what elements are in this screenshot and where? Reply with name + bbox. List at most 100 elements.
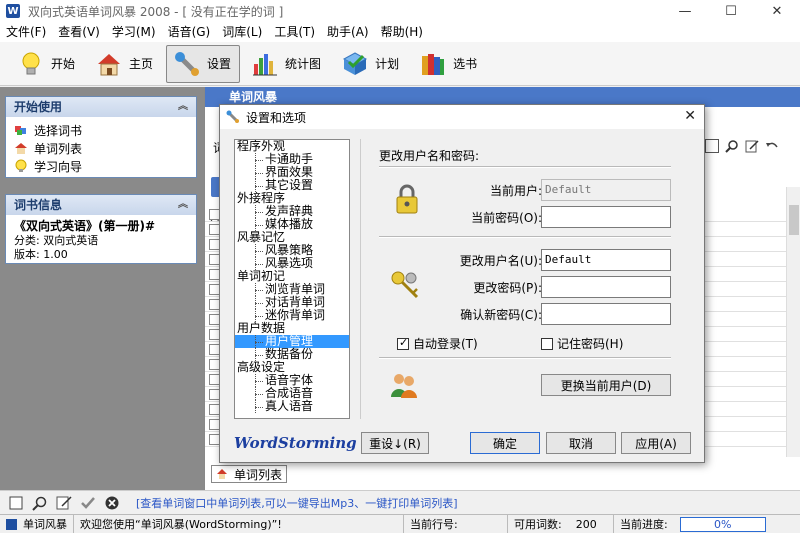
wrench-icon [175,51,200,76]
current-password-field[interactable] [541,206,671,228]
cube-icon [15,126,26,135]
menu-file[interactable]: 文件(F) [0,22,52,42]
collapse-icon[interactable]: ︽ [178,97,188,117]
collapse-icon[interactable]: ︽ [178,195,188,215]
current-password-label: 当前密码(O): [471,211,542,225]
change-user-label: 更改用户名(U): [459,254,542,268]
auto-login-box[interactable] [397,336,409,350]
start-section-header[interactable]: 开始使用 ︽ [6,97,196,117]
cancel-button[interactable]: 取消 [546,432,616,454]
menu-assistant[interactable]: 助手(A) [321,22,375,42]
auto-login-checkbox[interactable]: 自动登录(T) [397,335,478,352]
options-tree: 程序外观 卡通助手 界面效果 其它设置 外接程序 发声辞典 媒体播放 风暴记忆 风暴策略 风暴选项… [234,139,350,419]
search-icon[interactable] [725,139,739,153]
house-icon [98,53,121,75]
progress-bar: 0% [679,516,766,532]
lock-icon [396,184,418,214]
switch-user-button[interactable]: 更换当前用户(D) [541,374,671,396]
status-app: 单词风暴 [0,514,74,533]
statistics-button[interactable]: 统计图 [244,45,330,83]
vertical-scrollbar[interactable] [786,187,800,457]
current-user-field: Default [541,179,671,201]
close-button[interactable]: ✕ [754,0,800,22]
select-book-link[interactable]: 选择词书 [6,121,196,139]
start-button[interactable]: 开始 [10,45,84,83]
divider [379,166,671,168]
word-list-link[interactable]: 单词列表 [6,139,196,157]
delete-icon[interactable] [104,495,120,511]
hint-text: [查看单词窗口中单词列表,可以一键导出Mp3、一键打印单词列表] [136,496,458,510]
status-progress-label: 当前进度: [620,517,668,531]
settings-dialog: 设置和选项 ✕ 程序外观 卡通助手 界面效果 其它设置 外接程序 发声辞典 媒体播放 风暴记忆… [219,104,705,463]
menu-view[interactable]: 查看(V) [52,22,106,42]
menu-tools[interactable]: 工具(T) [268,22,321,42]
house-icon [15,143,27,154]
menu-help[interactable]: 帮助(H) [375,22,429,42]
wrench-icon [226,110,239,123]
confirm-password-field[interactable] [541,303,671,325]
house-icon [217,469,227,479]
start-section: 开始使用 ︽ 选择词书 单词列表 学习向导 [5,96,197,178]
menu-bar: 文件(F) 查看(V) 学习(M) 语音(G) 词库(L) 工具(T) 助手(A… [0,22,800,42]
tab-word-list[interactable]: 单词列表 [211,465,287,483]
lightbulb-icon [15,159,27,172]
plan-icon [343,51,368,75]
divider [379,357,671,359]
status-welcome: 欢迎您使用“单词风暴(WordStorming)”! [74,514,404,533]
checkbox-icon[interactable] [705,139,719,153]
logo: WordStorming [234,434,357,452]
current-user-label: 当前用户: [489,184,542,198]
study-wizard-link[interactable]: 学习向导 [6,157,196,175]
main-toolbar: 开始 主页 设置 统计图 计划 选书 [0,42,800,86]
bar-chart-icon [253,53,278,75]
scroll-thumb[interactable] [789,205,799,235]
divider [379,236,671,238]
dialog-close-button[interactable]: ✕ [684,108,696,124]
users-icon [391,374,417,398]
edit-icon[interactable] [745,139,759,153]
book-info-section: 词书信息 ︽ 《双向式英语》(第一册)# 分类: 双向式英语 版本: 1.00 [5,194,197,264]
settings-button[interactable]: 设置 [166,44,241,83]
book-version: 版本: 1.00 [14,248,68,261]
minimize-button[interactable]: — [662,0,708,22]
lightbulb-icon [22,52,40,74]
app-icon [6,518,17,530]
dialog-title-bar: 设置和选项 ✕ [220,105,704,129]
remember-password-checkbox[interactable]: 记住密码(H) [541,335,623,352]
change-password-label: 更改密码(P): [473,281,542,295]
select-book-button[interactable]: 选书 [412,45,486,83]
user-management-panel: 更改用户名和密码: 当前用户: Default 当前密码(O): 更改用户名(U… [360,139,694,419]
book-category: 分类: 双向式英语 [14,234,99,247]
tree-item[interactable]: 真人语音 [235,400,349,413]
remember-password-box[interactable] [541,337,553,350]
change-user-field[interactable]: Default [541,249,671,271]
confirm-password-label: 确认新密码(C): [460,308,542,322]
undo-icon[interactable] [765,139,779,153]
plan-button[interactable]: 计划 [334,45,408,83]
dialog-title: 设置和选项 [246,110,307,125]
change-password-field[interactable] [541,276,671,298]
menu-study[interactable]: 学习(M) [106,22,162,42]
status-row-label: 当前行号: [404,514,508,533]
books-icon [422,53,445,75]
window-title: 双向式英语单词风暴 2008 - [ 没有正在学的词 ] [28,4,284,19]
bottom-toolbar: [查看单词窗口中单词列表,可以一键导出Mp3、一键打印单词列表] [0,490,800,514]
app-icon: W [6,4,20,18]
status-bar: 单词风暴 欢迎您使用“单词风暴(WordStorming)”! 当前行号: 可用… [0,514,800,533]
reset-button[interactable]: 重设↓(R) [361,432,429,454]
edit-icon[interactable] [56,495,72,511]
section-title: 更改用户名和密码: [379,149,480,163]
book-info-header[interactable]: 词书信息 ︽ [6,195,196,215]
status-available: 可用词数: 200 [508,514,614,533]
apply-button[interactable]: 应用(A) [621,432,691,454]
home-button[interactable]: 主页 [88,45,162,83]
book-name: 《双向式英语》(第一册)# [14,219,156,233]
checkbox-icon[interactable] [8,495,24,511]
ok-button[interactable]: 确定 [470,432,540,454]
maximize-button[interactable]: ☐ [708,0,754,22]
check-icon[interactable] [80,495,96,511]
menu-voice[interactable]: 语音(G) [162,22,217,42]
menu-library[interactable]: 词库(L) [216,22,268,42]
search-icon[interactable] [32,495,48,511]
key-icon [391,271,419,299]
